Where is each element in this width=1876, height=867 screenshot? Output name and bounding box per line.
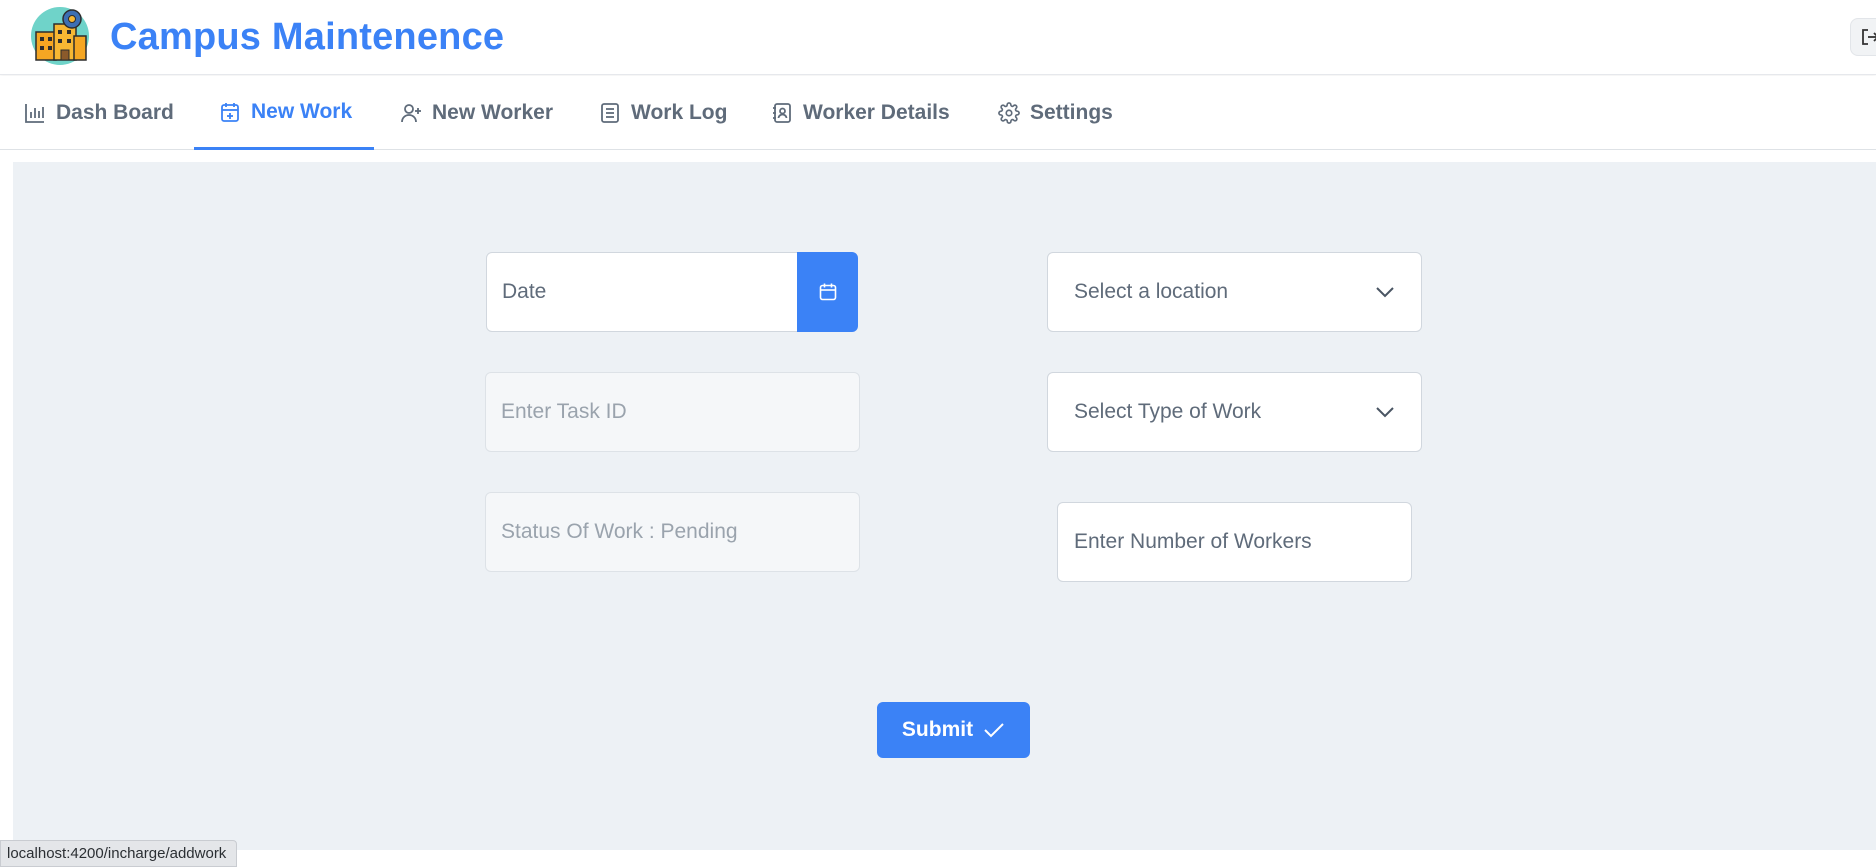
bar-chart-icon: [25, 104, 44, 123]
work-type-select[interactable]: Select Type of Work: [1047, 372, 1422, 452]
work-type-select-label: Select Type of Work: [1074, 400, 1262, 423]
tab-settings[interactable]: Settings: [998, 76, 1113, 150]
main-nav-tabs: Dash Board New Work New Worker Work Log …: [0, 76, 1876, 150]
tab-dashboard[interactable]: Dash Board: [24, 76, 174, 150]
campus-logo-icon: [30, 6, 90, 66]
tab-label: Worker Details: [803, 101, 950, 124]
calendar-icon: [819, 283, 836, 301]
contact-book-icon: [773, 103, 791, 123]
check-icon: [984, 723, 1004, 738]
tab-label: New Work: [251, 99, 353, 123]
tab-label: Dash Board: [56, 101, 174, 124]
app-title: Campus Maintenence: [110, 16, 505, 58]
status-of-work-field: Status Of Work : Pending: [485, 492, 860, 572]
task-id-input[interactable]: Enter Task ID: [485, 372, 860, 452]
location-select-label: Select a location: [1074, 280, 1229, 303]
document-icon: [601, 103, 619, 123]
submit-button[interactable]: Submit: [877, 702, 1030, 758]
user-plus-icon: [401, 104, 421, 123]
tab-work-log[interactable]: Work Log: [599, 76, 727, 150]
tab-label: Settings: [1030, 101, 1113, 124]
number-of-workers-placeholder: Enter Number of Workers: [1074, 530, 1312, 553]
logout-button[interactable]: [1850, 18, 1876, 56]
date-picker-button[interactable]: [797, 252, 858, 332]
calendar-plus-icon: [221, 102, 239, 122]
app-header: Campus Maintenence: [0, 0, 1876, 75]
gear-icon: [998, 102, 1020, 124]
tab-label: Work Log: [631, 101, 728, 124]
tab-new-worker[interactable]: New Worker: [400, 76, 553, 150]
location-select[interactable]: Select a location: [1047, 252, 1422, 332]
task-id-placeholder: Enter Task ID: [501, 400, 627, 423]
chevron-down-icon: [1376, 407, 1394, 418]
logout-icon: [1862, 29, 1876, 45]
date-placeholder: Date: [502, 280, 547, 303]
number-of-workers-input[interactable]: Enter Number of Workers: [1057, 502, 1412, 582]
tab-label: New Worker: [432, 101, 553, 124]
tab-new-work[interactable]: New Work: [194, 76, 374, 150]
status-bar-url: localhost:4200/incharge/addwork: [7, 845, 227, 862]
date-input[interactable]: Date: [486, 252, 798, 332]
chevron-down-icon: [1376, 287, 1394, 298]
submit-label: Submit: [901, 718, 974, 741]
tab-worker-details[interactable]: Worker Details: [771, 76, 950, 150]
browser-status-bar: localhost:4200/incharge/addwork: [0, 840, 237, 867]
status-of-work-value: Status Of Work : Pending: [501, 520, 738, 543]
